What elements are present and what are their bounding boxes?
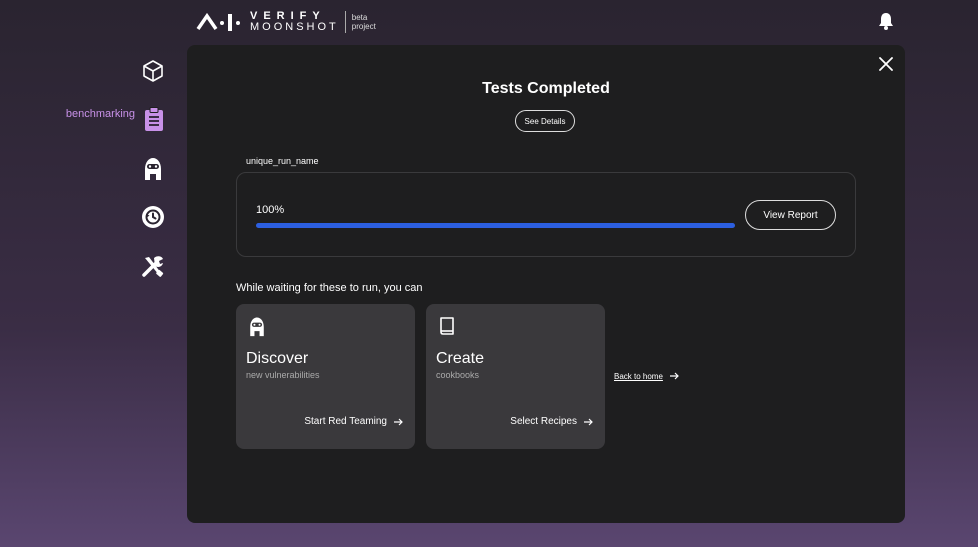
see-details-button[interactable]: See Details [515, 110, 575, 132]
run-name-label: unique_run_name [246, 156, 319, 166]
arrow-right-icon [584, 418, 593, 425]
select-recipes-link[interactable]: Select Recipes [510, 416, 593, 427]
progress-bar [256, 223, 735, 228]
sidebar-label-benchmarking[interactable]: benchmarking [66, 108, 135, 120]
view-report-button[interactable]: View Report [745, 200, 836, 230]
back-to-home-label: Back to home [614, 371, 663, 381]
create-card[interactable]: Create cookbooks Select Recipes [426, 304, 605, 449]
cube-icon[interactable] [140, 58, 166, 84]
card-title: Discover [246, 350, 309, 367]
tools-icon[interactable] [140, 253, 166, 279]
red-teaming-agent-icon[interactable] [140, 155, 166, 181]
aiverify-logo-icon [196, 12, 240, 31]
arrow-right-icon [394, 418, 403, 425]
waiting-message: While waiting for these to run, you can [236, 282, 423, 294]
card-action-label: Select Recipes [510, 416, 577, 427]
discover-card[interactable]: Discover new vulnerabilities Start Red T… [236, 304, 415, 449]
progress-percent: 100% [256, 204, 285, 216]
arrow-right-icon [669, 372, 679, 380]
card-subtitle: new vulnerabilities [246, 370, 320, 380]
card-action-label: Start Red Teaming [304, 416, 387, 427]
page-title: Tests Completed [482, 80, 610, 97]
history-icon[interactable] [140, 204, 166, 230]
progress-bar-fill [256, 223, 735, 228]
clipboard-list-icon[interactable] [141, 106, 167, 132]
card-title: Create [436, 350, 485, 367]
book-icon [440, 317, 454, 335]
start-red-teaming-link[interactable]: Start Red Teaming [304, 416, 403, 427]
logo-text-moonshot: MOONSHOT [250, 21, 339, 33]
bell-icon[interactable] [876, 11, 896, 31]
logo-project-text: project [351, 22, 376, 31]
card-subtitle: cookbooks [436, 370, 480, 380]
close-icon[interactable] [876, 54, 896, 74]
back-to-home-link[interactable]: Back to home [614, 371, 679, 381]
red-teaming-agent-icon [250, 317, 264, 337]
app-logo[interactable]: VERIFY MOONSHOT beta project [196, 10, 376, 34]
logo-divider [344, 11, 346, 33]
logo-beta-text: beta [351, 13, 368, 22]
